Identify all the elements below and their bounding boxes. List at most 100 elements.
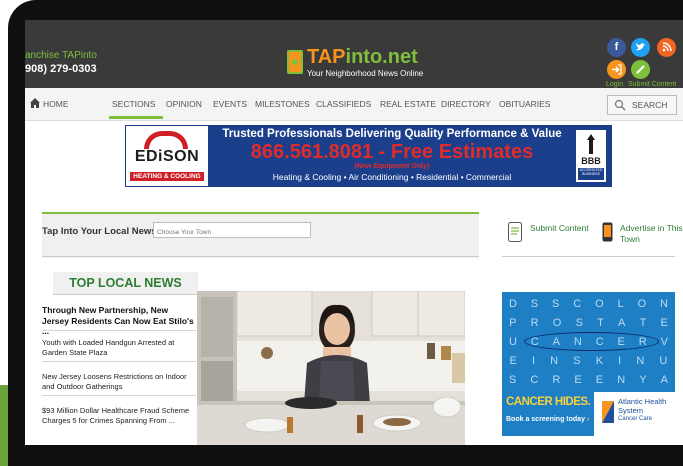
cancer-word-highlight [524,332,659,351]
document-icon [508,222,522,242]
news-item-2[interactable]: Youth with Loaded Handgun Arrested at Ga… [42,338,196,357]
home-icon[interactable] [29,97,41,109]
letter: Y [639,374,647,386]
local-news-selector: Tap Into Your Local News: [42,212,479,258]
nav-events[interactable]: EVENTS [213,99,247,109]
edison-sub: HEATING & COOLING [130,172,204,181]
word-search-row: PROSTATE [502,316,675,330]
nav-classifieds[interactable]: CLASSIFIEDS [316,99,371,109]
edison-ad-banner[interactable]: EDiSON HEATING & COOLING Trusted Profess… [125,125,612,187]
main-nav: HOME SECTIONS OPINION EVENTS MILESTONES … [25,88,683,121]
letter: N [636,355,645,367]
letter: O [637,298,647,310]
letter: V [660,336,668,348]
tap-logo-icon [287,50,303,74]
town-select-input[interactable] [153,222,311,238]
letter: I [532,355,536,367]
ad-note: (New Equipment Only) [354,163,430,170]
letter: E [595,374,604,386]
kitchen-video-frame [197,291,465,445]
nav-sections[interactable]: SECTIONS [112,99,155,109]
local-news-label: Tap Into Your Local News: [42,226,160,237]
letter: O [552,317,562,329]
cancer-ad-cta-text: Book a screening today [506,416,585,423]
nav-obituaries[interactable]: OBITUARIES [499,99,550,109]
franchise-link[interactable]: anchise TAPinto [25,50,97,62]
letter: A [618,317,626,329]
letter: S [509,374,517,386]
letter: S [573,355,581,367]
bbb-badge: BBB ACCREDITED BUSINESS [576,130,606,182]
atlantic-health-name: Atlantic Health System [618,397,667,415]
letter: E [509,355,517,367]
letter: T [639,317,647,329]
login-arrow-icon [612,64,622,75]
active-tab-underline [109,116,163,119]
letter: S [575,317,583,329]
news-divider [42,361,196,362]
bbb-label: BBB [581,156,601,166]
nav-home[interactable]: HOME [43,99,69,109]
browser-screen: anchise TAPinto 908) 279-0303 TAPinto.ne… [25,20,683,445]
pencil-icon [636,65,645,74]
bbb-torch-icon [587,134,595,154]
cancer-ad-panel: CANCER HIDES. Book a screening today › [502,392,594,436]
site-logo[interactable]: TAPinto.net Your Neighborhood News Onlin… [287,46,487,82]
letter: T [597,317,604,329]
word-search-row: DSSCOLON [502,297,675,311]
news-item-3[interactable]: New Jersey Loosens Restrictions on Indoo… [42,372,196,391]
ad-headline: Trusted Professionals Delivering Quality… [222,128,562,140]
facebook-icon[interactable]: f [607,38,626,57]
letter: I [618,355,622,367]
word-search-row: SCREENYA [502,373,675,387]
search-icon [614,99,626,111]
rss-icon[interactable] [657,38,676,57]
cancer-ad-headline: CANCER HIDES. [506,396,591,408]
nav-directory[interactable]: DIRECTORY [441,99,491,109]
word-search-row: EINSKINU [502,354,675,368]
letter: R [530,317,539,329]
phone-icon [602,222,613,242]
letter: K [595,355,604,367]
edison-swoosh [144,131,188,149]
letter: N [550,355,559,367]
chevron-right-icon: › [586,416,590,423]
letter: E [574,374,582,386]
tagline: Your Neighborhood News Online [307,69,424,78]
atlantic-health-logo-icon [602,401,614,423]
logo-tap: TAP [307,46,346,68]
cancer-care-ad[interactable]: CANCER HIDES. Book a screening today › A… [502,392,675,436]
letter: U [508,336,517,348]
cancer-ad-cta[interactable]: Book a screening today › [506,416,589,424]
letter: A [660,374,668,386]
featured-video[interactable] [197,291,465,445]
logo-net: .net [382,46,418,68]
search-button[interactable]: SEARCH [607,95,677,115]
edison-brand: EDiSON [134,148,200,165]
letter: N [660,298,668,310]
twitter-icon[interactable] [631,38,650,57]
phone-number: 908) 279-0303 [25,63,97,75]
letter: E [660,317,668,329]
letter: O [595,298,604,310]
login-icon[interactable] [607,60,626,79]
ad-services: Heating & Cooling • Air Conditioning • R… [272,172,512,182]
letter: S [552,298,560,310]
sidebar-submit-label: Submit Content [530,223,589,233]
letter: N [617,374,626,386]
nav-opinion[interactable]: OPINION [166,99,202,109]
submit-content-icon[interactable] [631,60,650,79]
logo-text: TAPinto.net [307,46,418,68]
nav-real-estate[interactable]: REAL ESTATE [380,99,436,109]
divider [502,256,675,257]
letter: L [617,298,624,310]
news-item-1[interactable]: Through New Partnership, New Jersey Resi… [42,305,196,337]
news-divider [42,395,196,396]
atlantic-health-sub: Cancer Care [618,416,653,422]
nav-milestones[interactable]: MILESTONES [255,99,310,109]
word-search-ad[interactable]: DSSCOLON PROSTATE UCANCERV EINSKINU SCRE… [502,292,675,392]
news-item-4[interactable]: $93 Million Dollar Healthcare Fraud Sche… [42,406,196,425]
letter: P [509,317,517,329]
edison-logo: EDiSON HEATING & COOLING [126,126,208,186]
rss-feed-icon [662,42,672,52]
